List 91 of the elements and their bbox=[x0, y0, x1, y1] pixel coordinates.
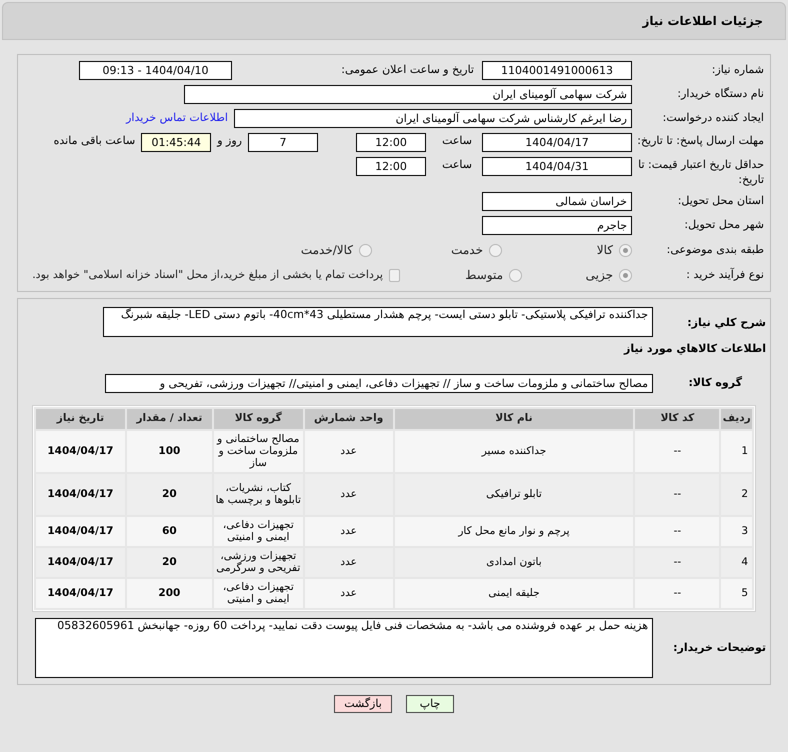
radio-button[interactable] bbox=[489, 244, 502, 256]
timer-field[interactable]: 01:45:44 bbox=[141, 133, 212, 152]
option-label: کالا/خدمت bbox=[300, 242, 353, 259]
section-title: اطلاعات کالاهاي مورد نياز bbox=[622, 341, 767, 357]
table-cell: 1 bbox=[721, 430, 752, 472]
table-cell: -- bbox=[635, 474, 720, 514]
column-header: کد کالا bbox=[635, 408, 720, 428]
field-label: توضیحات خریدار: bbox=[672, 640, 767, 656]
checkbox[interactable] bbox=[389, 268, 400, 282]
radio-button[interactable] bbox=[619, 244, 632, 256]
field-label: نوع فرآیند خرید : bbox=[685, 266, 765, 283]
table-cell: 200 bbox=[126, 578, 212, 608]
field-label: طبقه بندی موضوعی: bbox=[666, 242, 765, 258]
notes-field[interactable]: هزینه حمل بر عهده فروشنده می باشد- به مشخصات فنی فایل پیوست دقت نمایید- پرداخت 60 روزه- جهانبخش 05832605961 bbox=[35, 618, 653, 678]
table-cell: تجهیزات دفاعی، ایمنی و امنیتی bbox=[214, 516, 303, 546]
table-cell: عدد bbox=[304, 474, 393, 514]
table-cell: 100 bbox=[126, 430, 212, 472]
radio-button[interactable] bbox=[619, 268, 632, 282]
field-label: نام دستگاه خریدار: bbox=[676, 86, 765, 102]
table-cell: 1404/04/17 bbox=[36, 578, 125, 608]
field-label: شرح کلي نياز: bbox=[686, 315, 767, 331]
table-cell: -- bbox=[635, 516, 720, 546]
field-label: حداقل تاریخ اعتبار قیمت: تا تاریخ: bbox=[637, 157, 765, 187]
text-field[interactable]: 1104001491000613 bbox=[482, 61, 632, 80]
field-label: روز و bbox=[216, 133, 243, 149]
table-cell: 4 bbox=[721, 548, 752, 576]
column-header: تاریخ نیاز bbox=[36, 408, 125, 428]
field-label: ساعت bbox=[441, 157, 473, 173]
text-field[interactable]: 7 bbox=[248, 133, 318, 152]
field-label: ساعت bbox=[441, 133, 473, 149]
field-label: ساعت باقی مانده bbox=[54, 133, 136, 149]
option-label: پرداخت تمام یا بخشی از مبلغ خرید،از محل "اسناد خزانه اسلامی" خواهد بود. bbox=[32, 266, 383, 283]
radio-button[interactable] bbox=[509, 268, 522, 282]
table-cell: -- bbox=[635, 548, 720, 576]
column-header: تعداد / مقدار bbox=[126, 408, 212, 428]
field-label: تاریخ و ساعت اعلان عمومی: bbox=[340, 62, 475, 78]
print-button[interactable]: چاپ bbox=[406, 694, 454, 712]
column-header: گروه کالا bbox=[214, 408, 303, 428]
table-cell: 5 bbox=[721, 578, 752, 608]
back-button[interactable]: بازگشت bbox=[334, 694, 392, 712]
table-cell: 2 bbox=[721, 474, 752, 514]
table-cell: باتون امدادی bbox=[394, 548, 634, 576]
table-cell: تابلو ترافیکی bbox=[394, 474, 634, 514]
field-label: شهر محل تحویل: bbox=[683, 217, 765, 234]
option-label: متوسط bbox=[465, 267, 503, 284]
table-cell: عدد bbox=[304, 430, 393, 472]
field-label: مهلت ارسال پاسخ: تا تاریخ: bbox=[636, 133, 765, 148]
option-label: کالا bbox=[596, 242, 613, 259]
description-field[interactable]: جداکننده ترافیکی پلاستیکی- تابلو دستی ایست- پرچم هشدار مستطیلی 43*40cm- باتوم دستی LED- جلیقه شبرنگ bbox=[103, 307, 653, 337]
table-cell: 20 bbox=[126, 474, 212, 514]
option-label: جزیی bbox=[586, 267, 613, 284]
text-field[interactable]: 1404/04/10 - 09:13 bbox=[79, 61, 232, 80]
text-field[interactable]: مصالح ساختمانی و ملزومات ساخت و ساز // تجهیزات دفاعی، ایمنی و امنیتی// تجهیزات ورزشی، تفریحی و bbox=[105, 374, 653, 392]
table-cell: تجهیزات ورزشی، تفریحی و سرگرمی bbox=[214, 548, 303, 576]
table-cell: 1404/04/17 bbox=[36, 516, 125, 546]
table-cell: پرچم و نوار مانع محل کار bbox=[394, 516, 634, 546]
table-cell: 60 bbox=[126, 516, 212, 546]
table-cell: کتاب، نشریات، تابلوها و برچسب ها bbox=[214, 474, 303, 514]
contact-link[interactable]: اطلاعات تماس خریدار bbox=[126, 110, 228, 127]
table-cell: 1404/04/17 bbox=[36, 548, 125, 576]
text-field[interactable]: 12:00 bbox=[356, 133, 426, 152]
radio-button[interactable] bbox=[359, 244, 372, 256]
table-cell: مصالح ساختمانی و ملزومات ساخت و ساز bbox=[214, 430, 303, 472]
text-field[interactable]: 1404/04/31 bbox=[482, 157, 632, 176]
text-field[interactable]: 1404/04/17 bbox=[482, 133, 632, 152]
text-field[interactable]: خراسان شمالی bbox=[482, 192, 632, 211]
text-field[interactable]: جاجرم bbox=[482, 216, 632, 235]
field-label: شماره نیاز: bbox=[710, 62, 765, 78]
column-header: ردیف bbox=[721, 408, 752, 428]
table-cell: عدد bbox=[304, 578, 393, 608]
option-label: خدمت bbox=[451, 242, 483, 259]
table-cell: عدد bbox=[304, 516, 393, 546]
text-field[interactable]: رضا ایرغم کارشناس شرکت سهامی آلومینای ایران bbox=[234, 109, 632, 128]
field-label: استان محل تحویل: bbox=[676, 193, 765, 210]
text-field[interactable]: شرکت سهامی آلومینای ایران bbox=[184, 85, 632, 104]
table-cell: جداکننده مسیر bbox=[394, 430, 634, 472]
table-cell: تجهیزات دفاعی، ایمنی و امنیتی bbox=[214, 578, 303, 608]
table-cell: 1404/04/17 bbox=[36, 430, 125, 472]
field-label: گروه کالا: bbox=[687, 374, 743, 391]
text-field[interactable]: 12:00 bbox=[356, 157, 426, 176]
column-header: واحد شمارش bbox=[304, 408, 393, 428]
table-cell: -- bbox=[635, 578, 720, 608]
table-cell: 3 bbox=[721, 516, 752, 546]
column-header: نام کالا bbox=[394, 408, 634, 428]
table-cell: عدد bbox=[304, 548, 393, 576]
page-title: جزئیات اطلاعات نیاز bbox=[642, 13, 763, 30]
table-cell: 20 bbox=[126, 548, 212, 576]
table-cell: -- bbox=[635, 430, 720, 472]
field-label: ایجاد کننده درخواست: bbox=[662, 110, 765, 126]
table-cell: 1404/04/17 bbox=[36, 474, 125, 514]
table-cell: جلیقه ایمنی bbox=[394, 578, 634, 608]
